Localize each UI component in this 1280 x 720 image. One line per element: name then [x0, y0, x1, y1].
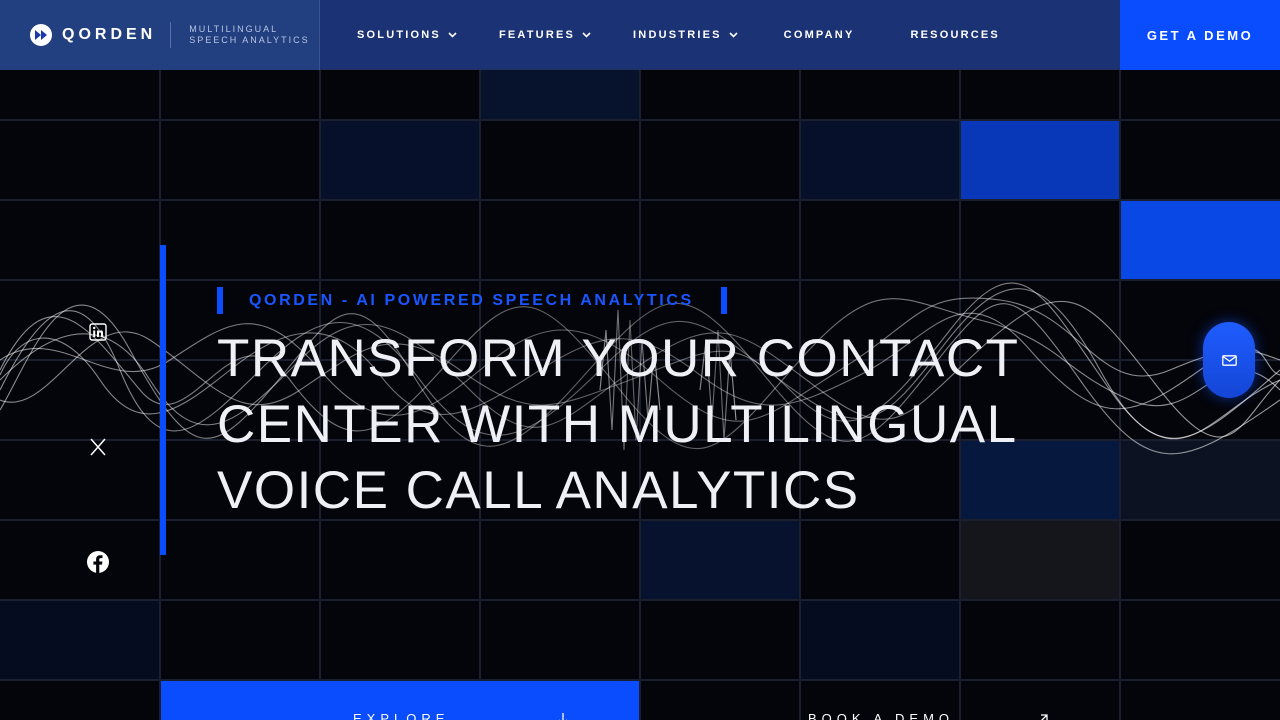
- x-icon: [90, 438, 106, 456]
- brand-tagline: MULTILINGUAL SPEECH ANALYTICS: [189, 24, 309, 46]
- hero-headline: TRANSFORM YOUR CONTACT CENTER WITH MULTI…: [217, 326, 1020, 524]
- main-nav: SOLUTIONS FEATURES INDUSTRIES COMPANY RE…: [320, 0, 1120, 69]
- nav-item-company[interactable]: COMPANY: [784, 0, 855, 70]
- nav-item-resources[interactable]: RESOURCES: [910, 0, 999, 70]
- brand-divider: [170, 22, 172, 48]
- explore-button[interactable]: EXPLORE: [161, 681, 639, 720]
- nav-item-solutions[interactable]: SOLUTIONS: [357, 0, 457, 70]
- logo-icon: [30, 24, 52, 46]
- chevron-down-icon: [729, 31, 738, 38]
- mail-icon: [1221, 354, 1237, 366]
- linkedin-link[interactable]: [86, 320, 110, 344]
- nav-item-label: SOLUTIONS: [357, 28, 441, 41]
- linkedin-icon: [89, 323, 107, 341]
- nav-item-features[interactable]: FEATURES: [499, 0, 591, 70]
- tagline-line-2: SPEECH ANALYTICS: [189, 35, 310, 45]
- facebook-icon: [87, 551, 109, 573]
- hero-eyebrow: QORDEN - AI POWERED SPEECH ANALYTICS: [217, 287, 727, 314]
- hero-accent-bar: [160, 245, 166, 555]
- nav-item-industries[interactable]: INDUSTRIES: [633, 0, 738, 70]
- explore-button-label: EXPLORE: [353, 711, 450, 720]
- tagline-line-1: MULTILINGUAL: [189, 24, 279, 34]
- chevron-down-icon: [582, 31, 591, 38]
- headline-line-2: CENTER WITH MULTILINGUAL: [217, 395, 1018, 454]
- brand-block[interactable]: QORDEN MULTILINGUAL SPEECH ANALYTICS: [0, 0, 320, 70]
- x-link[interactable]: [86, 435, 110, 459]
- nav-item-label: COMPANY: [783, 28, 855, 41]
- get-a-demo-button[interactable]: GET A DEMO: [1120, 0, 1280, 70]
- headline-line-3: VOICE CALL ANALYTICS: [217, 461, 860, 520]
- eyebrow-bracket-right: [720, 287, 727, 314]
- book-a-demo-button[interactable]: BOOK A DEMO: [640, 681, 1120, 720]
- site-header: QORDEN MULTILINGUAL SPEECH ANALYTICS SOL…: [0, 0, 1280, 70]
- arrow-down-icon: [559, 713, 567, 720]
- arrow-up-right-icon: [1041, 714, 1048, 720]
- book-a-demo-button-label: BOOK A DEMO: [808, 711, 955, 720]
- hero-eyebrow-text: QORDEN - AI POWERED SPEECH ANALYTICS: [249, 291, 694, 309]
- chevron-down-icon: [448, 31, 457, 38]
- facebook-link[interactable]: [86, 550, 110, 574]
- nav-item-label: RESOURCES: [910, 28, 1000, 41]
- nav-item-label: INDUSTRIES: [633, 28, 722, 41]
- headline-line-1: TRANSFORM YOUR CONTACT: [217, 329, 1020, 388]
- nav-item-label: FEATURES: [498, 28, 576, 41]
- contact-mail-button[interactable]: [1203, 322, 1255, 398]
- brand-name: QORDEN: [62, 26, 157, 43]
